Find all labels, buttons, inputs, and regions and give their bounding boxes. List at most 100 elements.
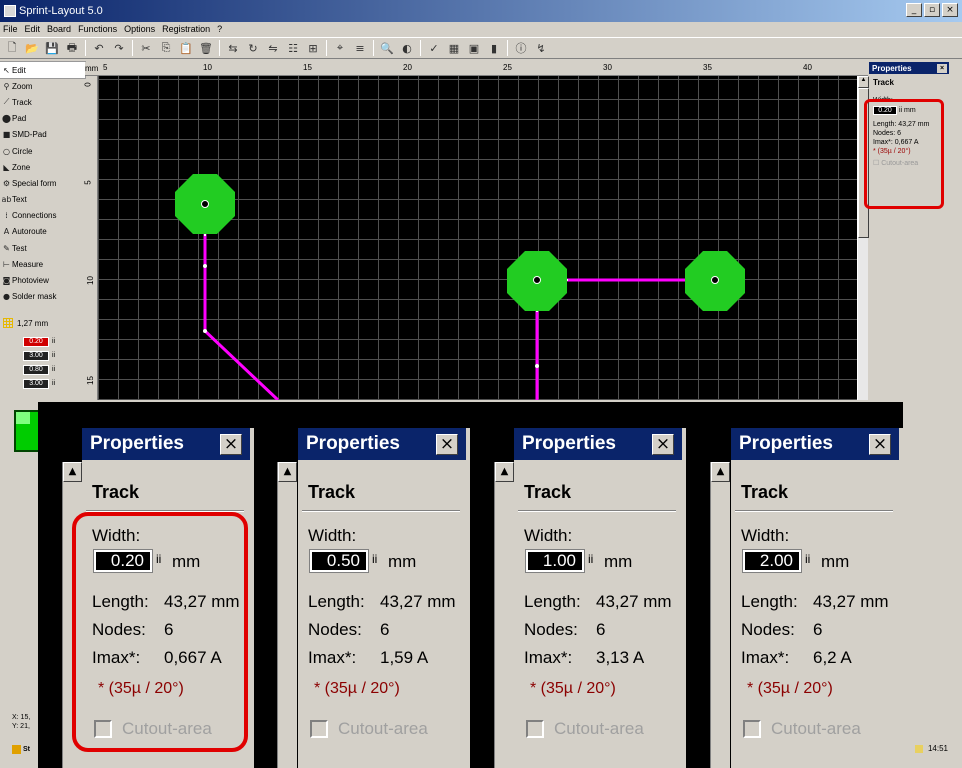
align-icon[interactable]: ☷ (284, 39, 302, 57)
width-input[interactable]: 0.50 (309, 549, 369, 573)
cut-icon[interactable]: ✂ (137, 39, 155, 57)
macro-icon[interactable]: ▣ (465, 39, 483, 57)
layer-icon[interactable]: ≡ (351, 39, 369, 57)
tool-autoroute[interactable]: A Autoroute (0, 224, 85, 240)
info-icon[interactable]: ⓘ (512, 39, 530, 57)
panel-scrollbar[interactable]: ▲ (494, 462, 514, 768)
magnifier-icon: ⚲ (3, 81, 10, 91)
track-width-spin[interactable]: ii (52, 338, 55, 345)
properties-panel-zoomed: Properties × Track Width: 1.00 ii mm Length: 43,… (514, 428, 686, 768)
track-right[interactable] (535, 278, 715, 400)
copy-icon[interactable]: ⎘ (157, 39, 175, 57)
tool-track[interactable]: ⟋ Track (0, 94, 85, 110)
close-button[interactable]: × (220, 434, 242, 455)
imax-value: 3,13 A (596, 648, 645, 667)
tool-pad[interactable]: ⬤ Pad (0, 111, 85, 127)
track-node[interactable] (535, 364, 539, 368)
smd-size-input[interactable]: 3.00 (23, 378, 49, 389)
tool-smd-pad[interactable]: ■ SMD-Pad (0, 127, 85, 143)
mirror-icon[interactable]: ⇋ (264, 39, 282, 57)
panel-scrollbar[interactable]: ▲ (710, 462, 730, 768)
width-input[interactable]: 1.00 (525, 549, 585, 573)
menu-board[interactable]: Board (47, 24, 71, 34)
net-icon[interactable]: ▮ (485, 39, 503, 57)
grid-setting[interactable]: 1,27 mm (0, 316, 85, 330)
properties-close-button[interactable]: × (937, 63, 947, 73)
toolbar-separator (132, 40, 133, 56)
width-spin[interactable]: ii (372, 552, 378, 572)
maximize-button[interactable]: ▫ (924, 3, 940, 17)
pad-hole (711, 276, 719, 284)
track-node[interactable] (203, 329, 207, 333)
minimize-button[interactable]: _ (906, 3, 922, 17)
paste-icon[interactable]: 📋 (177, 39, 195, 57)
grid-value: 1,27 mm (17, 318, 49, 328)
new-icon[interactable]: 🗋 (3, 39, 21, 57)
width-input[interactable]: 2.00 (742, 549, 802, 573)
tool-text[interactable]: ab Text (0, 192, 85, 208)
scroll-up-arrow[interactable]: ▲ (495, 462, 514, 482)
track-width-input[interactable]: 0.20 (23, 336, 49, 347)
tool-special-form[interactable]: ⚙ Special form (0, 175, 85, 191)
menu-edit[interactable]: Edit (25, 24, 41, 34)
tool-zoom[interactable]: ⚲ Zoom (0, 78, 85, 94)
delete-icon[interactable]: 🗑 (197, 39, 215, 57)
cutout-checkbox[interactable] (526, 720, 544, 738)
contrast-icon[interactable]: ◐ (398, 39, 416, 57)
scroll-up-arrow[interactable]: ▲ (858, 76, 869, 88)
scroll-up-arrow[interactable]: ▲ (63, 462, 82, 482)
tool-edit[interactable]: ↖ Edit (0, 60, 86, 80)
pad-inner-input[interactable]: 0.80 (23, 364, 49, 375)
save-icon[interactable]: 💾 (43, 39, 61, 57)
close-button[interactable]: × (942, 3, 958, 17)
layout-canvas[interactable] (98, 76, 857, 400)
panel-scrollbar[interactable]: ▲ (277, 462, 297, 768)
cutout-checkbox[interactable] (743, 720, 761, 738)
pad-inner-spin[interactable]: ii (52, 366, 55, 373)
print-icon[interactable]: 🖶 (63, 39, 81, 57)
width-spin[interactable]: ii (588, 552, 594, 572)
redo-icon[interactable]: ↷ (110, 39, 128, 57)
tool-label: Special form (12, 178, 57, 188)
close-button[interactable]: × (436, 434, 458, 455)
board-icon[interactable]: ▦ (445, 39, 463, 57)
tool-test[interactable]: ✎ Test (0, 240, 85, 256)
menu-help[interactable]: ? (217, 24, 222, 34)
scroll-up-arrow[interactable]: ▲ (711, 462, 730, 482)
track-node[interactable] (203, 264, 207, 268)
highlight-frame-large (72, 512, 248, 752)
zoom-icon[interactable]: 🔍 (378, 39, 396, 57)
cutout-checkbox[interactable] (310, 720, 328, 738)
connect-icon[interactable]: ↯ (532, 39, 550, 57)
open-icon[interactable]: 📂 (23, 39, 41, 57)
tool-zone[interactable]: ◣ Zone (0, 159, 85, 175)
tool-connections[interactable]: ⁞ Connections (0, 208, 85, 224)
scan-icon[interactable]: ⌖ (331, 39, 349, 57)
drc-icon[interactable]: ✓ (425, 39, 443, 57)
close-button[interactable]: × (652, 434, 674, 455)
tool-photoview[interactable]: ◙ Photoview (0, 272, 85, 288)
group-icon[interactable]: ⊞ (304, 39, 322, 57)
close-button[interactable]: × (869, 434, 891, 455)
scroll-up-arrow[interactable]: ▲ (278, 462, 297, 482)
rotate-icon[interactable]: ↻ (244, 39, 262, 57)
autoroute-icon: A (3, 227, 10, 237)
tool-solder-mask[interactable]: ● Solder mask (0, 289, 85, 305)
undo-icon[interactable]: ↶ (90, 39, 108, 57)
menu-registration[interactable]: Registration (162, 24, 210, 34)
menu-options[interactable]: Options (124, 24, 155, 34)
pad-outer-spin[interactable]: ii (52, 352, 55, 359)
tool-measure[interactable]: ⊢ Measure (0, 256, 85, 272)
smd-size-spin[interactable]: ii (52, 380, 55, 387)
divider (735, 510, 893, 512)
menu-functions[interactable]: Functions (78, 24, 117, 34)
panel-heading: Track (741, 482, 789, 502)
start-button[interactable]: St (12, 742, 30, 756)
window-title: Sprint-Layout 5.0 (19, 5, 103, 17)
menu-file[interactable]: File (3, 24, 18, 34)
pad-outer-input[interactable]: 3.00 (23, 350, 49, 361)
windows-logo-icon (12, 744, 21, 754)
swap-icon[interactable]: ⇆ (224, 39, 242, 57)
tool-circle[interactable]: ○ Circle (0, 143, 85, 159)
width-spin[interactable]: ii (805, 552, 811, 572)
